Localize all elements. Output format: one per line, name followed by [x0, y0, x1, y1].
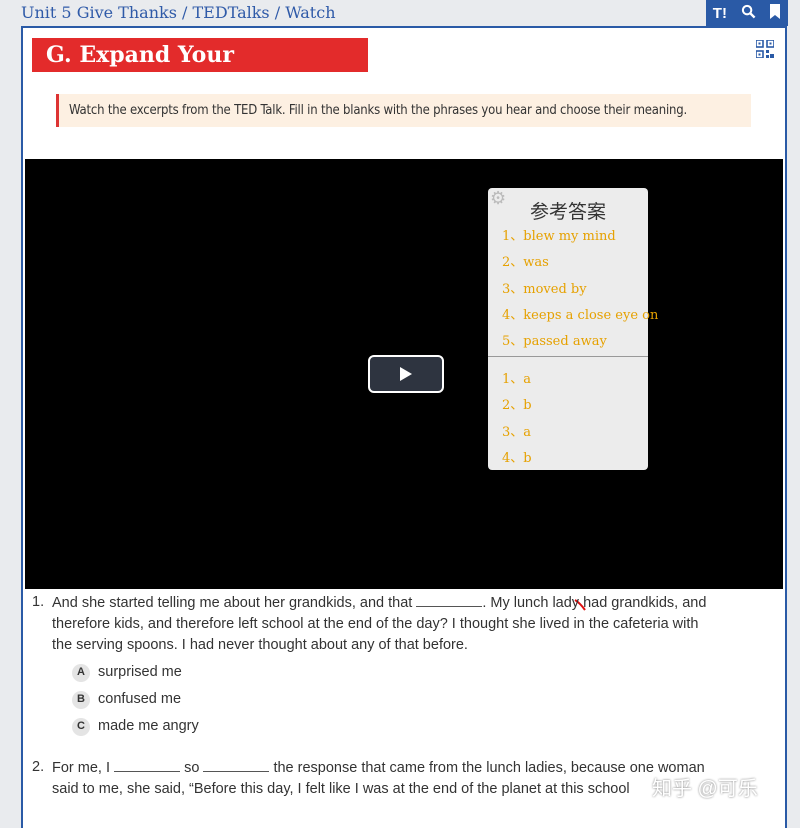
- answer-blank-item: 5、passed away: [502, 334, 607, 349]
- toolbar: T!: [706, 0, 788, 26]
- search-icon[interactable]: [741, 4, 756, 23]
- option-label: surprised me: [98, 664, 182, 680]
- answer-choice-item: 2、b: [502, 398, 532, 413]
- answer-key-heading: 参考答案: [529, 201, 606, 223]
- question-text: so: [184, 760, 200, 776]
- question-1: 1. And she started telling me about her …: [32, 592, 712, 737]
- option-a[interactable]: A surprised me: [72, 662, 712, 683]
- divider: [488, 356, 648, 357]
- question-number: 2.: [32, 759, 45, 775]
- question-list: 1. And she started telling me about her …: [32, 592, 712, 800]
- answer-key-panel: ⚙ 参考答案 1、blew my mind 2、was 3、moved by 4…: [488, 188, 658, 470]
- top-bar: Unit 5 Give Thanks / TEDTalks / Watch T!: [0, 0, 800, 26]
- answer-choice-item: 4、b: [502, 451, 532, 466]
- answer-blank-item: 3、moved by: [502, 282, 587, 297]
- instruction-box: Watch the excerpts from the TED Talk. Fi…: [56, 94, 751, 127]
- question-text: And she started telling me about her gra…: [52, 595, 413, 611]
- answer-choice-item: 3、a: [502, 425, 532, 440]
- option-letter: A: [72, 663, 90, 682]
- option-letter: C: [72, 717, 90, 736]
- answer-blank-item: 2、was: [502, 255, 549, 270]
- play-button[interactable]: [368, 355, 444, 393]
- section-title: G. Expand Your Vocabulary: [32, 38, 368, 102]
- bookmark-icon[interactable]: [769, 3, 781, 23]
- answer-blank-item: 1、blew my mind: [502, 229, 616, 244]
- question-text: For me, I: [52, 760, 111, 776]
- qr-code-icon[interactable]: [756, 40, 774, 58]
- option-c[interactable]: C made me angry: [72, 716, 712, 737]
- option-label: confused me: [98, 691, 182, 707]
- option-label: made me angry: [98, 718, 199, 734]
- blank-input[interactable]: [416, 592, 483, 607]
- play-icon: [400, 367, 412, 381]
- breadcrumb[interactable]: Unit 5 Give Thanks / TEDTalks / Watch: [21, 3, 336, 22]
- watermark: 知乎 @可乐: [652, 778, 758, 800]
- question-2: 2. For me, I so the response that came f…: [32, 757, 712, 800]
- answer-choice-item: 1、a: [502, 372, 532, 387]
- blank-input[interactable]: [114, 757, 181, 772]
- option-letter: B: [72, 690, 90, 709]
- blank-input[interactable]: [203, 757, 270, 772]
- question-number: 1.: [32, 594, 45, 610]
- video-player[interactable]: ⚙ 参考答案 1、blew my mind 2、was 3、moved by 4…: [25, 159, 783, 589]
- option-b[interactable]: B confused me: [72, 689, 712, 710]
- answer-blank-item: 4、keeps a close eye on: [502, 308, 659, 323]
- font-size-button[interactable]: T!: [713, 5, 727, 22]
